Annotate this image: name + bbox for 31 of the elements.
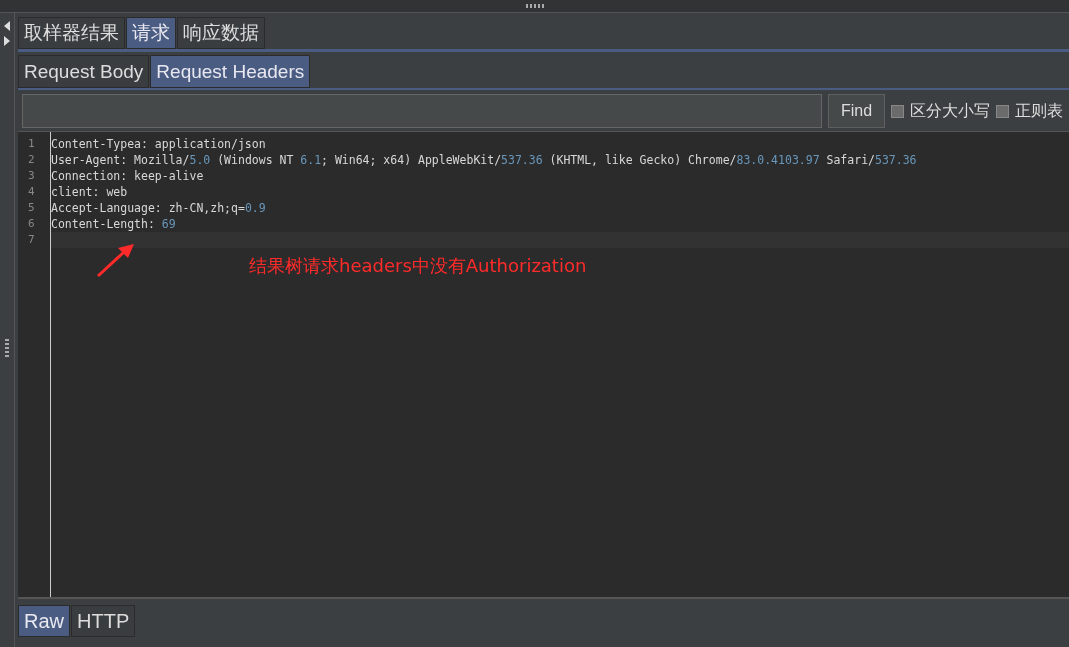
splitter-grip-icon[interactable] [5,339,9,357]
code-line: Accept-Language: zh-CN,zh;q=0.9 [51,201,266,215]
checkbox-label[interactable]: 区分大小写 [910,100,991,122]
code-line: Connection: keep-alive [51,169,204,183]
result-tab[interactable]: 响应数据 [177,17,265,49]
code-line: User-Agent: Mozilla/5.0 (Windows NT 6.1; Win64; x64) AppleWebKit/537.36 (KHTML, like Gecko) Chrome/83.0.4103.97 Safari/537.36 [51,153,917,167]
checkbox[interactable] [891,104,905,118]
view-tab[interactable]: HTTP [71,605,136,637]
view-tab[interactable]: Raw [18,605,70,637]
code-line: Content-Length: 69 [51,217,176,231]
line-number: 1 [27,136,36,152]
checkbox-label[interactable]: 正则表 [1015,100,1064,122]
search-field[interactable] [22,94,822,128]
line-number: 7 [27,232,36,248]
code-line: client: web [51,185,128,199]
splitter-grip-icon[interactable] [525,4,544,8]
line-number: 6 [27,216,36,232]
collapse-arrows-icon[interactable] [3,19,11,49]
request-tab[interactable]: Request Headers [150,55,311,88]
line-number: 4 [27,184,36,200]
line-number: 3 [27,168,36,184]
checkbox[interactable] [996,104,1010,118]
result-tab[interactable]: 请求 [126,17,176,49]
code-line: Content-Typea: application/json [51,137,266,151]
result-tab[interactable]: 取样器结果 [18,17,125,49]
line-number: 5 [27,200,36,216]
annotation-text: 结果树请求headers中没有Authorization [249,254,587,278]
line-number: 2 [27,152,36,168]
annotation-arrow [96,242,136,278]
request-tab[interactable]: Request Body [18,55,150,88]
find-button[interactable]: Find [828,94,886,128]
